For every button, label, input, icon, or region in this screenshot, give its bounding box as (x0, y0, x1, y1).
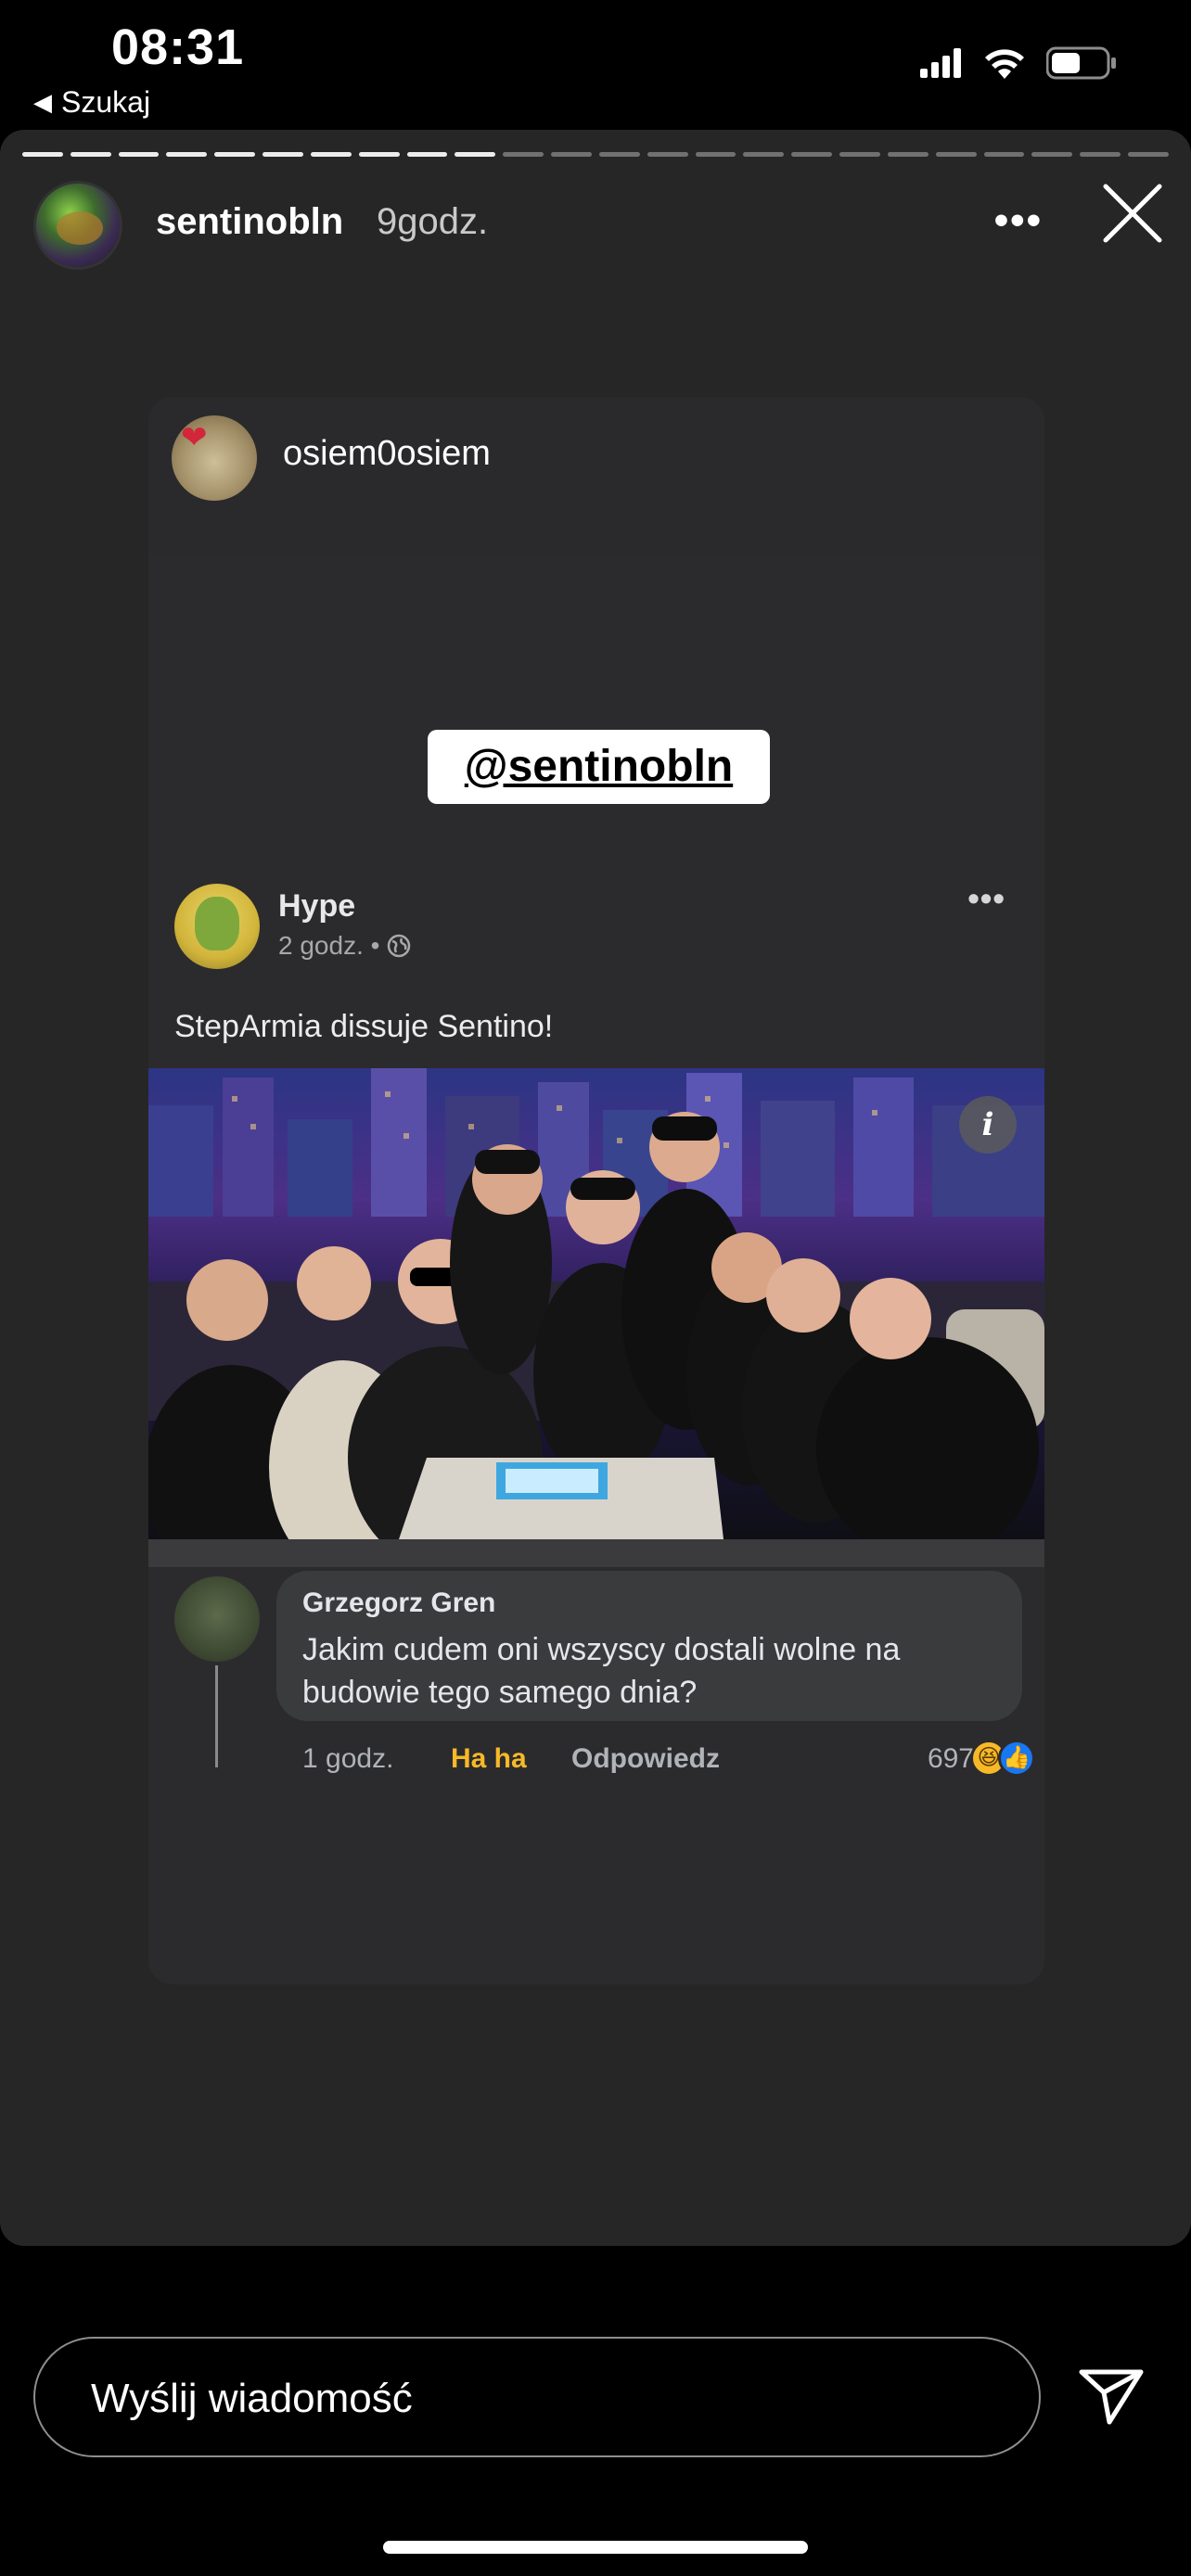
progress-segment (263, 152, 303, 157)
progress-segment (743, 152, 785, 157)
reaction-icons: 😆 👍 (970, 1740, 1035, 1777)
progress-segment (166, 152, 208, 157)
message-input[interactable] (91, 2366, 981, 2431)
comment-reaction-label: Ha ha (451, 1743, 527, 1774)
signal-icon (920, 48, 961, 78)
fb-post-time: 2 godz. • (278, 931, 380, 960)
progress-segment (647, 152, 688, 157)
group-photo-illustration (148, 1068, 1044, 1539)
back-label: Szukaj (61, 85, 151, 119)
message-field[interactable] (33, 2337, 1041, 2457)
progress-segment (1080, 152, 1121, 157)
progress-segment (791, 152, 833, 157)
fb-post-text: StepArmia dissuje Sentino! (174, 1009, 554, 1044)
fb-post-author: Hype (278, 888, 356, 924)
progress-segment (358, 152, 400, 157)
fb-post-meta: 2 godz. • (278, 931, 411, 961)
comment-author: Grzegorz Gren (302, 1588, 496, 1618)
more-dots-icon[interactable]: ••• (994, 198, 1043, 244)
home-indicator[interactable] (383, 2541, 808, 2554)
fb-post-more-icon: ••• (967, 879, 1005, 917)
progress-segment (983, 152, 1025, 157)
story-viewer[interactable]: sentinobln 9godz. ••• osiem0osiem @senti… (0, 130, 1191, 2246)
comment-reaction-count: 697 (927, 1743, 974, 1774)
progress-segment (70, 152, 111, 157)
photo-footer-divider (148, 1539, 1044, 1567)
comment-actions: 1 godz. Ha ha Odpowiedz 697 😆 👍 (302, 1740, 1035, 1780)
progress-segment (1031, 152, 1073, 157)
story-author-avatar[interactable] (33, 181, 122, 270)
status-bar: 08:31 ◀ Szukaj (0, 0, 1191, 130)
globe-icon (388, 934, 411, 958)
comment-author-avatar (174, 1576, 260, 1662)
shared-post-card[interactable]: osiem0osiem @sentinobln Hype 2 godz. • •… (148, 397, 1044, 1984)
shared-post-author-avatar[interactable] (172, 415, 257, 501)
clock: 08:31 (111, 19, 245, 75)
back-to-search-link[interactable]: ◀ Szukaj (33, 85, 150, 120)
fb-post-photo: i (148, 1068, 1044, 1539)
progress-segment (118, 152, 160, 157)
shared-post-header: osiem0osiem (148, 397, 1044, 555)
progress-segment (1128, 152, 1169, 157)
wifi-icon (985, 49, 1024, 79)
comment-reply-label: Odpowiedz (571, 1743, 720, 1774)
comment-text: Jakim cudem oni wszyscy dostali wolne na… (302, 1632, 901, 1710)
comment-time: 1 godz. (302, 1743, 394, 1774)
fb-post-author-avatar (174, 884, 260, 969)
send-icon[interactable] (1076, 2365, 1146, 2429)
progress-segment (935, 152, 977, 157)
story-progress-bar (22, 152, 1169, 157)
battery-icon (1046, 46, 1116, 80)
like-icon: 👍 (998, 1740, 1035, 1777)
progress-segment (22, 152, 63, 157)
mention-sticker[interactable]: @sentinobln (428, 730, 770, 804)
progress-segment (310, 152, 352, 157)
story-time-ago: 9godz. (377, 201, 489, 242)
progress-segment (406, 152, 448, 157)
progress-segment (214, 152, 256, 157)
progress-segment (455, 152, 496, 157)
progress-segment (695, 152, 736, 157)
thread-line (215, 1665, 218, 1767)
progress-segment (551, 152, 592, 157)
status-icons (920, 46, 1117, 80)
progress-segment (503, 152, 544, 157)
progress-segment (839, 152, 880, 157)
progress-segment (887, 152, 928, 157)
story-header: sentinobln 9godz. ••• (33, 181, 1165, 274)
story-author-username[interactable]: sentinobln (156, 201, 343, 243)
close-icon[interactable] (1100, 181, 1165, 246)
progress-segment (598, 152, 640, 157)
shared-post-author-username[interactable]: osiem0osiem (283, 434, 491, 474)
info-icon: i (959, 1096, 1017, 1154)
back-arrow-icon: ◀ (33, 88, 52, 116)
comment-bubble: Grzegorz Gren Jakim cudem oni wszyscy do… (276, 1571, 1022, 1721)
